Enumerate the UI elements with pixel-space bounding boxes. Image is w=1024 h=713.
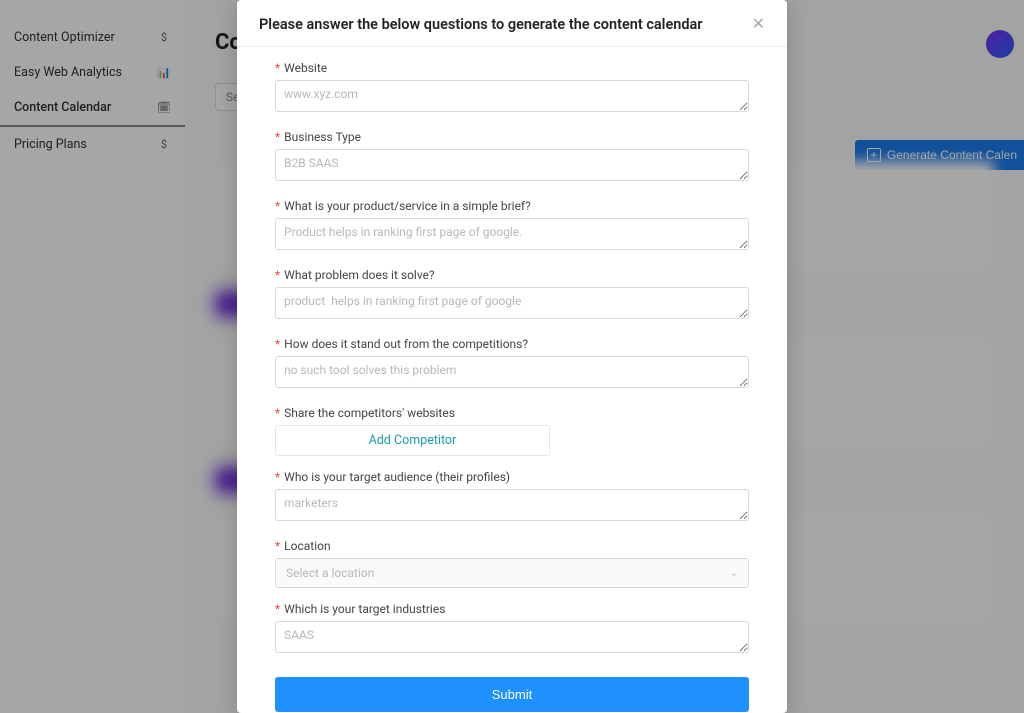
product-brief-input[interactable] <box>275 218 749 250</box>
content-calendar-modal: Please answer the below questions to gen… <box>237 0 787 713</box>
chevron-down-icon: ⌄ <box>730 568 738 579</box>
standout-input[interactable] <box>275 356 749 388</box>
modal-body: *Website *Business Type *What is your pr… <box>237 47 787 713</box>
close-icon[interactable]: ✕ <box>752 14 765 34</box>
business-type-label: *Business Type <box>275 130 749 144</box>
problem-input[interactable] <box>275 287 749 319</box>
location-placeholder: Select a location <box>286 566 374 580</box>
industries-label: *Which is your target industries <box>275 602 749 616</box>
modal-title: Please answer the below questions to gen… <box>259 16 703 33</box>
add-competitor-button[interactable]: Add Competitor <box>275 425 550 456</box>
modal-header: Please answer the below questions to gen… <box>237 0 787 47</box>
industries-input[interactable] <box>275 621 749 653</box>
product-brief-label: *What is your product/service in a simpl… <box>275 199 749 213</box>
website-input[interactable] <box>275 80 749 112</box>
location-label: *Location <box>275 539 749 553</box>
website-label: *Website <box>275 61 749 75</box>
submit-button[interactable]: Submit <box>275 677 749 712</box>
competitors-label: *Share the competitors' websites <box>275 406 749 420</box>
problem-label: *What problem does it solve? <box>275 268 749 282</box>
location-select[interactable]: Select a location ⌄ <box>275 558 749 588</box>
standout-label: *How does it stand out from the competit… <box>275 337 749 351</box>
audience-input[interactable] <box>275 489 749 521</box>
business-type-input[interactable] <box>275 149 749 181</box>
audience-label: *Who is your target audience (their prof… <box>275 470 749 484</box>
